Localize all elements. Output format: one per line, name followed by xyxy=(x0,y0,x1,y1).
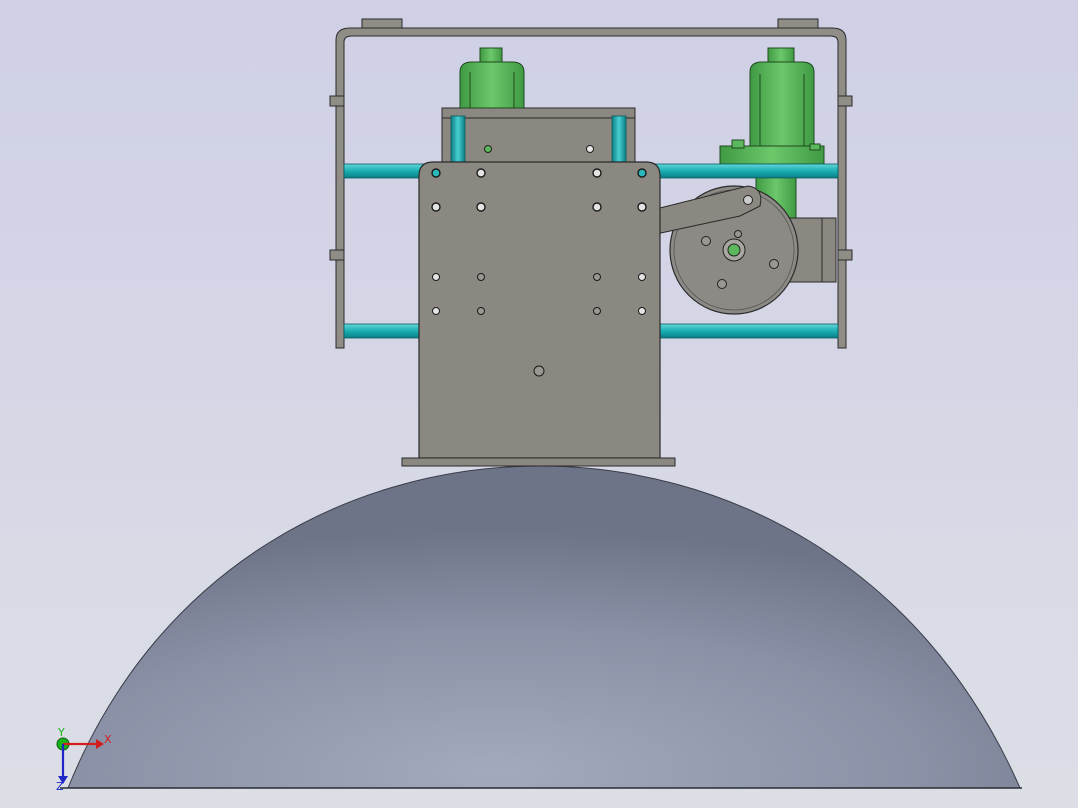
cad-viewport[interactable]: X Y Z xyxy=(0,0,1078,808)
housing-hole-left xyxy=(484,145,492,153)
triad-y-label: Y xyxy=(57,726,65,739)
triad-x-label: X xyxy=(104,733,112,746)
vertical-rod-right[interactable] xyxy=(611,115,627,165)
base-flange[interactable] xyxy=(401,457,676,467)
main-plate[interactable] xyxy=(401,161,676,467)
vertical-rod-left[interactable] xyxy=(450,115,466,165)
upper-housing[interactable] xyxy=(441,107,636,167)
model-canvas[interactable]: X Y Z xyxy=(0,0,1078,808)
dome-shell[interactable] xyxy=(67,465,1021,789)
motor-left[interactable] xyxy=(459,47,525,109)
housing-hole-right xyxy=(586,145,594,153)
triad-z-label: Z xyxy=(56,780,64,793)
